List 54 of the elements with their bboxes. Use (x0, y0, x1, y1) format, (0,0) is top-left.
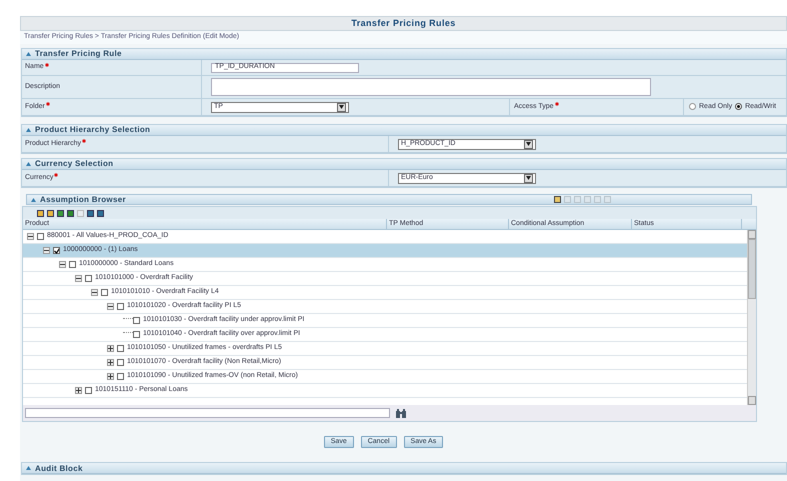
section-title: Product Hierarchy Selection (35, 125, 150, 135)
description-field[interactable] (211, 78, 651, 96)
expand-icon[interactable] (75, 387, 82, 394)
expand-icon[interactable] (107, 373, 114, 380)
required-icon (82, 139, 86, 143)
required-icon (54, 173, 58, 177)
section-header[interactable]: Audit Block (22, 463, 786, 474)
required-icon (554, 102, 559, 106)
collapse-icon[interactable] (91, 289, 98, 296)
checkbox[interactable] (69, 261, 76, 268)
scrollbar[interactable] (747, 230, 756, 405)
toolbar-icon[interactable] (47, 210, 54, 216)
toolbar-icon[interactable] (554, 196, 561, 203)
expand-icon[interactable] (107, 345, 114, 352)
binoculars-icon[interactable] (396, 408, 406, 418)
collapse-icon[interactable] (43, 247, 50, 254)
checkbox[interactable] (85, 387, 92, 394)
toolbar-icon[interactable] (67, 210, 74, 216)
required-icon (44, 63, 49, 67)
collapse-icon[interactable] (59, 261, 66, 268)
checkbox[interactable] (117, 359, 124, 366)
toolbar-icon[interactable] (37, 210, 44, 216)
section-title: Currency Selection (35, 159, 114, 169)
section-header[interactable]: Currency Selection (22, 159, 786, 170)
section-header[interactable]: Transfer Pricing Rule (22, 49, 786, 60)
checkbox[interactable] (37, 233, 44, 240)
checkbox[interactable] (117, 345, 124, 352)
section-title: Transfer Pricing Rule (35, 49, 122, 59)
page-title: Transfer Pricing Rules (351, 18, 456, 29)
collapse-icon[interactable] (27, 233, 34, 240)
radio-button[interactable] (689, 103, 696, 110)
checkbox[interactable] (85, 275, 92, 282)
checkbox[interactable] (117, 303, 124, 310)
dropdown-arrow-icon (524, 174, 533, 182)
search-field[interactable] (25, 408, 390, 418)
checkbox[interactable] (53, 247, 60, 254)
dropdown-arrow-icon (337, 102, 346, 112)
toolbar-icon[interactable] (97, 210, 104, 216)
expand-icon[interactable] (107, 359, 114, 366)
dropdown-arrow-icon (524, 140, 533, 148)
toolbar-icon[interactable] (57, 210, 64, 216)
required-icon (46, 102, 50, 106)
checkbox[interactable] (133, 317, 140, 324)
checkbox[interactable] (117, 373, 124, 380)
section-header[interactable]: Product Hierarchy Selection (22, 125, 786, 136)
radio-button[interactable] (735, 103, 742, 110)
section-title: Assumption Browser (40, 194, 126, 204)
collapse-icon[interactable] (75, 275, 82, 282)
checkbox[interactable] (133, 331, 140, 338)
section-title: Audit Block (35, 464, 83, 474)
collapse-icon[interactable] (107, 303, 114, 310)
section-header[interactable]: Assumption Browser (26, 194, 752, 205)
checkbox[interactable] (101, 289, 108, 296)
toolbar-icon[interactable] (87, 210, 94, 216)
